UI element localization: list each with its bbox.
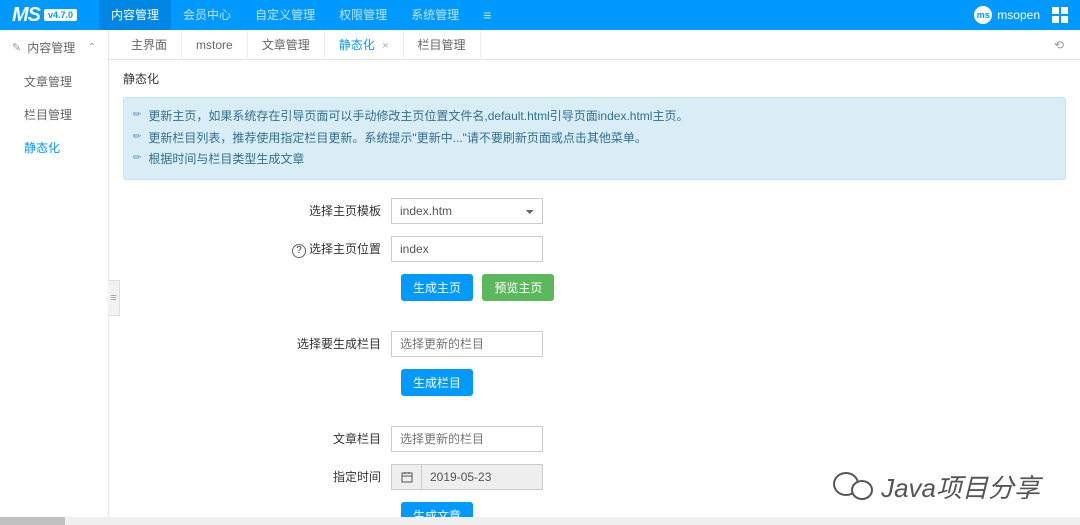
alert-line-3: 根据时间与栏目类型生成文章 [148,149,304,171]
template-select[interactable]: index.htm [391,198,543,224]
alert-line-1: 更新主页，如果系统存在引导页面可以手动修改主页位置文件名,default.htm… [148,106,688,128]
nav-custom-manage[interactable]: 自定义管理 [243,0,327,30]
logo: MS [12,4,40,27]
label-position: ?选择主页位置 [123,240,391,258]
nav-more-icon[interactable]: ≡ [471,7,503,23]
content-panel: 静态化 ✎更新主页，如果系统存在引导页面可以手动修改主页位置文件名,defaul… [109,60,1080,525]
sidebar-header[interactable]: ✎ 内容管理 ⌃ [0,30,108,65]
apps-grid-icon[interactable] [1052,7,1068,23]
generate-home-button[interactable]: 生成主页 [401,274,473,301]
nav-content-manage[interactable]: 内容管理 [99,0,171,30]
refresh-icon[interactable]: ⟲ [1046,38,1072,52]
tab-static-label: 静态化 [339,38,375,52]
label-template: 选择主页模板 [123,202,391,219]
tab-column-manage[interactable]: 栏目管理 [404,30,481,60]
nav-system-manage[interactable]: 系统管理 [399,0,471,30]
info-alert: ✎更新主页，如果系统存在引导页面可以手动修改主页位置文件名,default.ht… [123,97,1066,180]
scrollbar-thumb[interactable] [0,517,65,525]
tab-bar: 主界面 mstore 文章管理 静态化 × 栏目管理 ⟲ [109,30,1080,60]
wechat-icon [833,470,873,504]
sidebar-item-column[interactable]: 栏目管理 [0,98,108,131]
column-select-input[interactable] [391,331,543,357]
page-title: 静态化 [123,70,1066,87]
close-icon[interactable]: × [382,40,388,52]
pin-icon: ✎ [129,106,148,125]
tab-mstore[interactable]: mstore [182,30,248,60]
tab-home[interactable]: 主界面 [117,30,182,60]
tab-article-manage[interactable]: 文章管理 [248,30,325,60]
sidebar-title: 内容管理 [27,39,75,56]
username[interactable]: msopen [997,8,1040,22]
chevron-up-icon: ⌃ [88,42,96,53]
generate-column-button[interactable]: 生成栏目 [401,369,473,396]
sidebar-collapse-handle[interactable]: ≡ [108,280,120,316]
calendar-icon[interactable] [391,464,421,490]
date-input[interactable] [421,464,543,490]
alert-line-2: 更新栏目列表，推荐使用指定栏目更新。系统提示"更新中..."请不要刷新页面或点击… [148,128,647,150]
label-date: 指定时间 [123,468,391,485]
tab-static[interactable]: 静态化 × [325,30,404,60]
preview-home-button[interactable]: 预览主页 [482,274,554,301]
nav-member-center[interactable]: 会员中心 [171,0,243,30]
version-badge: v4.7.0 [44,9,77,21]
sidebar: ✎ 内容管理 ⌃ 文章管理 栏目管理 静态化 [0,30,109,525]
sidebar-item-article[interactable]: 文章管理 [0,65,108,98]
watermark: Java项目分享 [833,468,1040,505]
avatar[interactable]: ms [974,6,992,24]
help-icon[interactable]: ? [292,244,306,258]
pin-icon: ✎ [129,149,148,168]
sidebar-item-static[interactable]: 静态化 [0,131,108,164]
article-column-input[interactable] [391,426,543,452]
nav-permission-manage[interactable]: 权限管理 [327,0,399,30]
edit-icon: ✎ [12,41,21,54]
position-input[interactable] [391,236,543,262]
horizontal-scrollbar[interactable] [0,517,1080,525]
main-area: ≡ 主界面 mstore 文章管理 静态化 × 栏目管理 ⟲ 静态化 ✎更新主页… [109,30,1080,525]
label-gen-column: 选择要生成栏目 [123,335,391,352]
label-article-column: 文章栏目 [123,430,391,447]
top-header: MS v4.7.0 内容管理 会员中心 自定义管理 权限管理 系统管理 ≡ ms… [0,0,1080,30]
pin-icon: ✎ [129,127,148,146]
